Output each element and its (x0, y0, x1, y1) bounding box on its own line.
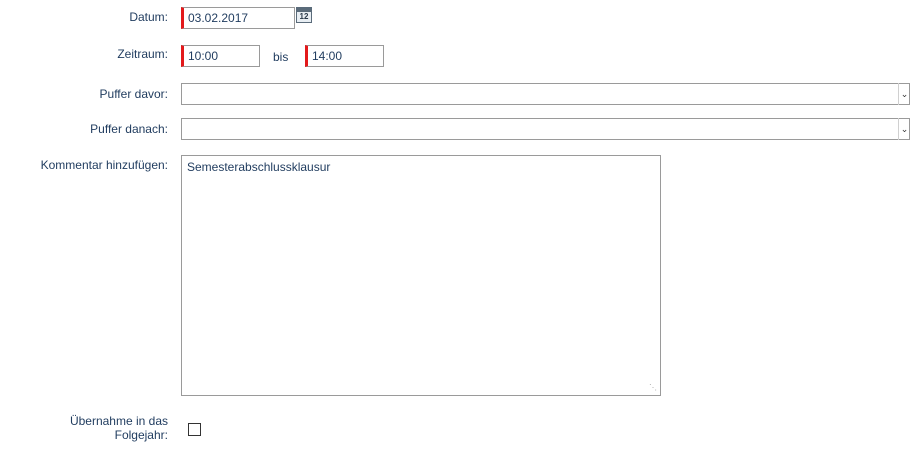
kommentar-text: Semesterabschlussklausur (187, 160, 331, 174)
puffer-danach-select[interactable]: ⌄ (181, 118, 910, 140)
kommentar-label: Kommentar hinzufügen: (40, 158, 168, 172)
puffer-danach-label: Puffer danach: (90, 122, 168, 136)
uebernahme-label: Übernahme in das Folgejahr: (40, 414, 168, 442)
puffer-davor-select[interactable]: ⌄ (181, 83, 910, 105)
puffer-davor-label: Puffer davor: (99, 87, 168, 101)
calendar-icon[interactable]: 12 (296, 7, 312, 23)
calendar-day-number: 12 (299, 12, 309, 21)
zeitraum-label: Zeitraum: (117, 47, 168, 61)
bis-label: bis (273, 50, 289, 64)
uebernahme-checkbox[interactable] (188, 423, 201, 436)
datum-label: Datum: (129, 10, 168, 24)
chevron-down-icon[interactable]: ⌄ (898, 118, 910, 140)
uebernahme-label-line1: Übernahme in das (69, 414, 168, 428)
zeit-von-input[interactable]: 10:00 (181, 45, 260, 67)
uebernahme-label-line2: Folgejahr: (114, 428, 168, 442)
datum-input[interactable]: 03.02.2017 (181, 7, 295, 29)
chevron-down-icon[interactable]: ⌄ (898, 83, 910, 105)
zeit-bis-input[interactable]: 14:00 (305, 45, 384, 67)
kommentar-textarea[interactable]: Semesterabschlussklausur ⋱ (181, 155, 661, 396)
resize-grip-icon[interactable]: ⋱ (649, 384, 657, 392)
